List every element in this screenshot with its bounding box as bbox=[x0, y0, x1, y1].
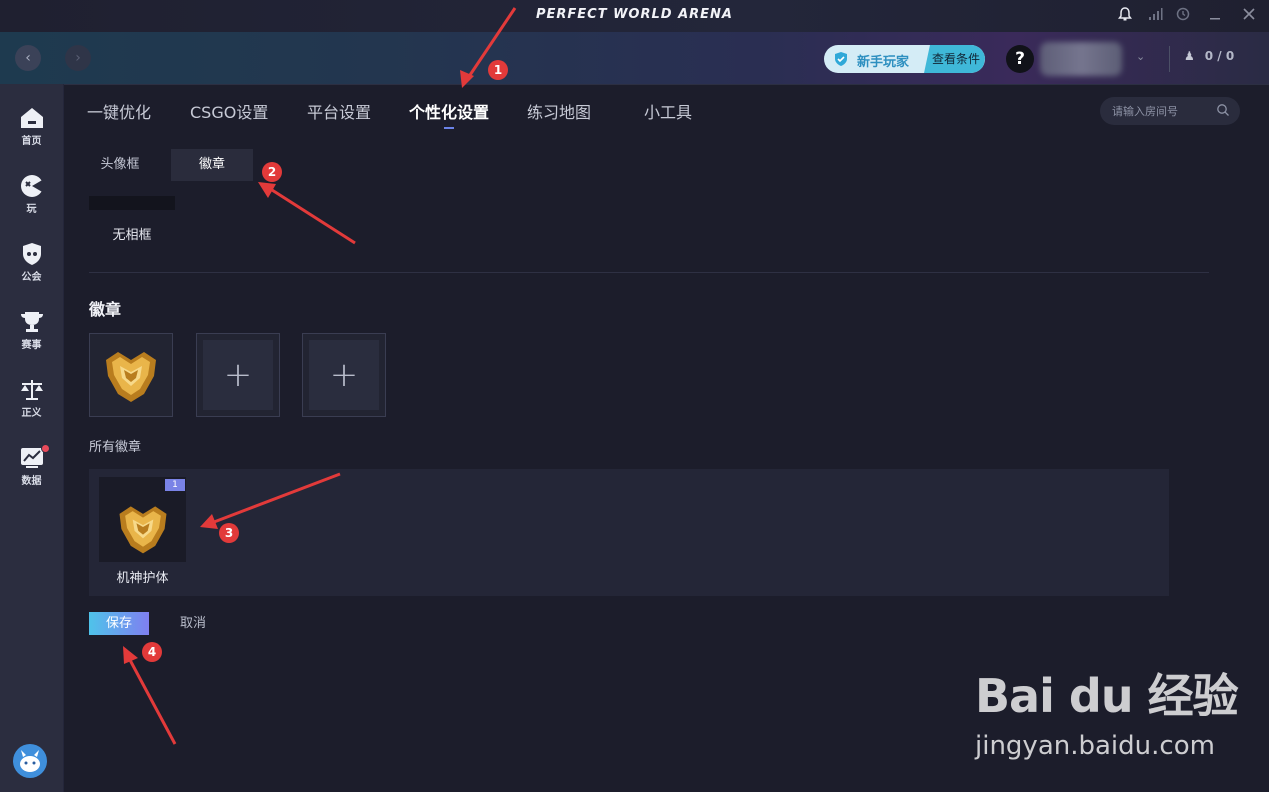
baidu-watermark-logo: Bai du 经验 bbox=[975, 669, 1239, 723]
sidebar-item-label: 玩 bbox=[26, 204, 37, 215]
mech-guardian-badge-icon bbox=[106, 352, 156, 402]
subtab-avatar-frame[interactable]: 头像框 bbox=[89, 149, 151, 181]
sidebar-item-data[interactable]: 数据 bbox=[0, 442, 63, 498]
tab-personalization[interactable]: 个性化设置 bbox=[409, 99, 489, 123]
sidebar-item-play[interactable]: 玩 bbox=[0, 170, 63, 226]
mech-guardian-badge-icon bbox=[119, 506, 167, 554]
newbie-player-banner[interactable]: 新手玩家 查看条件 bbox=[824, 45, 985, 73]
annotation-marker-2: 2 bbox=[262, 162, 282, 182]
play-icon bbox=[20, 175, 44, 197]
active-tab-indicator bbox=[444, 127, 454, 129]
newbie-label: 新手玩家 bbox=[857, 55, 910, 70]
annotation-marker-3: 3 bbox=[219, 523, 239, 543]
friends-indicator[interactable]: ♟ 0 / 0 bbox=[1184, 49, 1234, 63]
badge-count-tag: 1 bbox=[165, 479, 185, 491]
user-avatar[interactable] bbox=[1040, 42, 1122, 76]
signal-icon bbox=[1145, 6, 1165, 26]
mascot-avatar[interactable] bbox=[13, 744, 47, 778]
minimize-icon[interactable] bbox=[1205, 6, 1225, 26]
sidebar: 首页 玩 公会 赛事 正义 数据 bbox=[0, 84, 64, 792]
sidebar-item-label: 正义 bbox=[21, 408, 42, 419]
section-divider bbox=[89, 272, 1209, 273]
chevron-down-icon[interactable]: ⌄ bbox=[1136, 50, 1145, 63]
help-button[interactable]: ? bbox=[1006, 45, 1034, 73]
view-conditions-button[interactable]: 查看条件 bbox=[924, 45, 985, 73]
badge-slot-3[interactable]: + bbox=[302, 333, 386, 417]
save-button[interactable]: 保存 bbox=[89, 612, 149, 635]
notification-dot bbox=[41, 444, 50, 453]
cancel-button[interactable]: 取消 bbox=[180, 612, 206, 635]
all-badges-panel: 1 机神护体 bbox=[89, 469, 1169, 596]
tab-csgo-settings[interactable]: CSGO设置 bbox=[190, 99, 268, 123]
sidebar-item-label: 数据 bbox=[21, 476, 42, 487]
subtab-badge[interactable]: 徽章 bbox=[171, 149, 253, 181]
badge-section-title: 徽章 bbox=[89, 300, 122, 319]
tab-platform-settings[interactable]: 平台设置 bbox=[307, 99, 371, 123]
main-tabs: 一键优化 CSGO设置 平台设置 个性化设置 练习地图 小工具 bbox=[64, 85, 1269, 135]
mascot-icon bbox=[20, 750, 40, 772]
sidebar-item-label: 公会 bbox=[21, 272, 42, 283]
tab-practice-maps[interactable]: 练习地图 bbox=[527, 99, 591, 123]
sidebar-item-label: 赛事 bbox=[21, 340, 42, 351]
tab-one-click-optimize[interactable]: 一键优化 bbox=[87, 99, 151, 123]
frame-label: 无相框 bbox=[112, 228, 152, 243]
badge-slot-2[interactable]: + bbox=[196, 333, 280, 417]
user-icon: ♟ bbox=[1184, 49, 1195, 63]
shield-icon bbox=[833, 51, 849, 67]
tab-tools[interactable]: 小工具 bbox=[644, 99, 692, 123]
add-icon: + bbox=[223, 355, 253, 395]
refresh-icon[interactable] bbox=[1173, 6, 1193, 26]
search-icon[interactable] bbox=[1216, 103, 1230, 117]
home-icon bbox=[20, 108, 43, 128]
badge-name: 机神护体 bbox=[116, 571, 169, 586]
trophy-icon bbox=[20, 312, 43, 332]
sidebar-item-home[interactable]: 首页 bbox=[0, 102, 63, 158]
add-icon: + bbox=[329, 355, 359, 395]
room-search bbox=[1100, 97, 1240, 125]
back-button[interactable]: ‹ bbox=[15, 45, 41, 71]
sidebar-item-guild[interactable]: 公会 bbox=[0, 238, 63, 294]
title-bar: PERFECT WORLD ARENA bbox=[0, 0, 1269, 32]
friends-count: 0 / 0 bbox=[1204, 49, 1235, 63]
justice-scale-icon bbox=[20, 380, 43, 400]
badge-slot-1[interactable] bbox=[89, 333, 173, 417]
frame-thumbnail[interactable] bbox=[89, 196, 175, 210]
baidu-watermark-url: jingyan.baidu.com bbox=[975, 731, 1215, 761]
room-search-input[interactable] bbox=[1112, 102, 1212, 120]
close-icon[interactable] bbox=[1239, 6, 1259, 26]
all-badges-label: 所有徽章 bbox=[89, 440, 142, 455]
app-title: PERFECT WORLD ARENA bbox=[535, 7, 733, 22]
annotation-marker-4: 4 bbox=[142, 642, 162, 662]
chevron-left-icon: ‹ bbox=[25, 50, 31, 66]
bell-icon[interactable] bbox=[1115, 6, 1135, 26]
forward-button[interactable]: › bbox=[65, 45, 91, 71]
guild-icon bbox=[22, 243, 41, 265]
annotation-marker-1: 1 bbox=[488, 60, 508, 80]
chevron-right-icon: › bbox=[75, 50, 81, 66]
sidebar-item-justice[interactable]: 正义 bbox=[0, 374, 63, 430]
sidebar-item-tournament[interactable]: 赛事 bbox=[0, 306, 63, 362]
header-divider bbox=[1169, 46, 1170, 72]
top-header: ‹ › 新手玩家 查看条件 ? ⌄ ♟ 0 / 0 bbox=[0, 32, 1269, 85]
sidebar-item-label: 首页 bbox=[21, 136, 42, 147]
